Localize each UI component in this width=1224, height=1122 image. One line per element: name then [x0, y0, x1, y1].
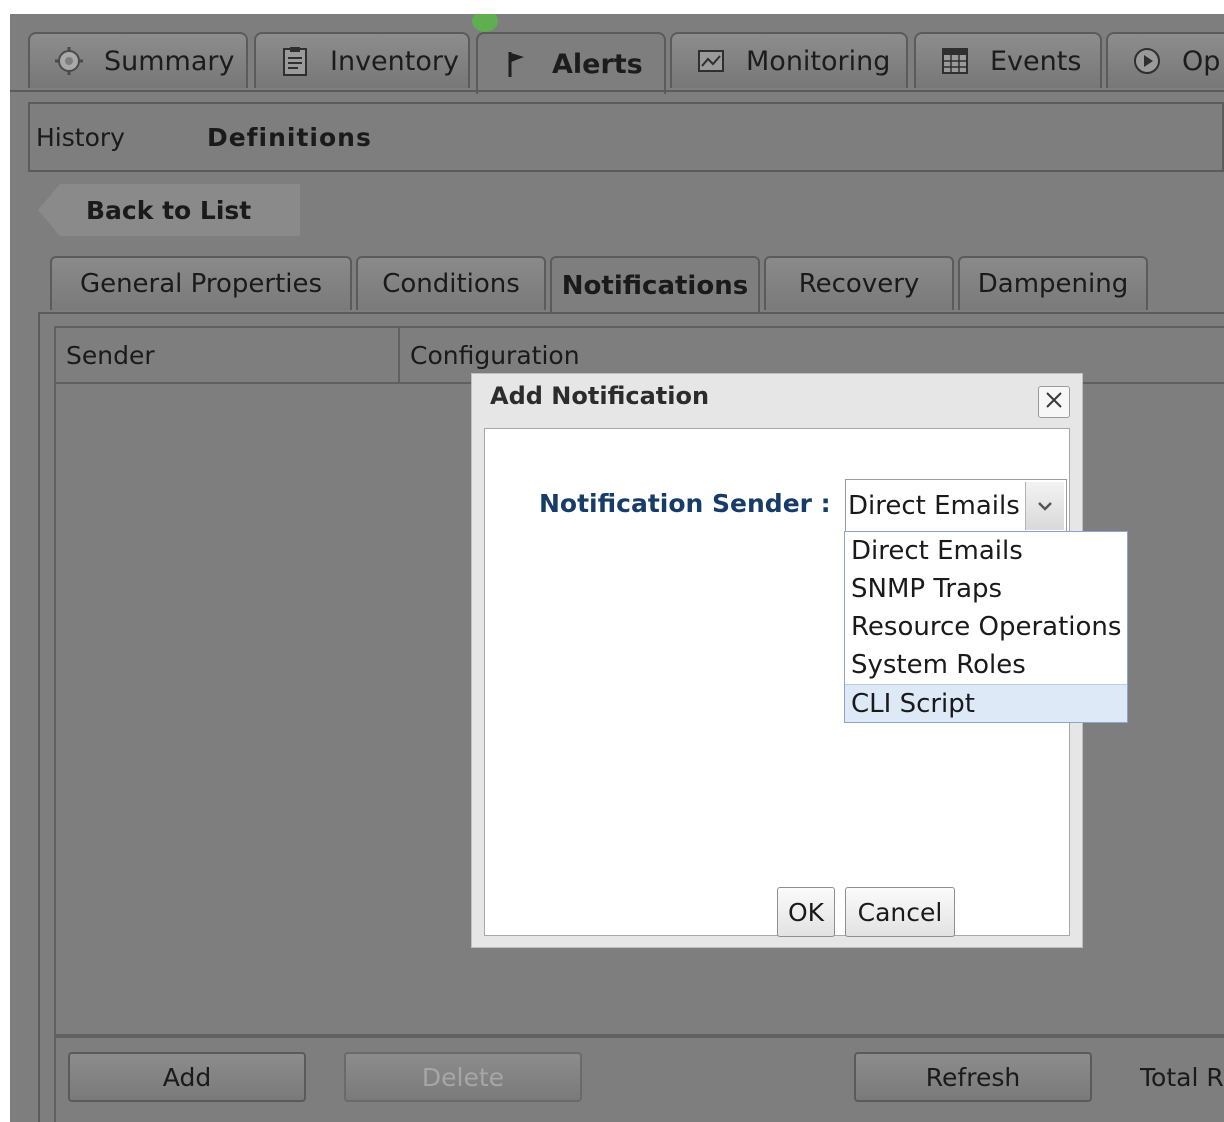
tab-label: Monitoring [746, 45, 891, 77]
close-button[interactable] [1038, 386, 1070, 418]
tab-dampening[interactable]: Dampening [958, 256, 1148, 310]
monitor-icon [696, 46, 726, 76]
notification-sender-select[interactable]: Direct Emails [845, 479, 1067, 533]
tab-inventory[interactable]: Inventory [254, 32, 470, 88]
option-resource-operations[interactable]: Resource Operations [845, 608, 1127, 646]
tab-label: Alerts [552, 48, 643, 80]
subnav-definitions[interactable]: Definitions [201, 123, 378, 152]
grid-toolbar: Add Delete Refresh Total R [54, 1036, 1224, 1122]
tab-label: Inventory [330, 45, 459, 77]
chevron-down-icon[interactable] [1025, 482, 1064, 530]
tab-conditions[interactable]: Conditions [356, 256, 546, 310]
tab-label: Op [1182, 45, 1221, 77]
status-indicator [472, 14, 498, 32]
tab-general-properties[interactable]: General Properties [50, 256, 352, 310]
definition-tab-bar: General Properties Conditions Notificati… [50, 256, 1224, 316]
dialog-title: Add Notification [490, 382, 710, 410]
option-direct-emails[interactable]: Direct Emails [845, 532, 1127, 570]
ok-button[interactable]: OK [777, 887, 835, 937]
play-circle-icon [1132, 46, 1162, 76]
tab-operations[interactable]: Op [1106, 32, 1224, 88]
gear-icon [54, 46, 84, 76]
selected-value: Direct Emails [848, 491, 1020, 521]
close-icon [1044, 390, 1064, 414]
flag-icon [502, 49, 532, 79]
top-tab-bar: Summary Inventory Alerts Monitoring Even… [10, 32, 1224, 106]
tab-events[interactable]: Events [914, 32, 1102, 88]
tab-alerts[interactable]: Alerts [476, 32, 666, 94]
tab-label: Summary [104, 45, 235, 77]
back-to-list-button[interactable]: Back to List [38, 184, 300, 236]
option-snmp-traps[interactable]: SNMP Traps [845, 570, 1127, 608]
calendar-grid-icon [940, 46, 970, 76]
option-system-roles[interactable]: System Roles [845, 646, 1127, 684]
tab-label: Events [990, 45, 1082, 77]
column-header-sender[interactable]: Sender [56, 328, 400, 382]
tab-monitoring[interactable]: Monitoring [670, 32, 908, 88]
cancel-button[interactable]: Cancel [845, 887, 955, 937]
add-button[interactable]: Add [68, 1052, 306, 1102]
tab-summary[interactable]: Summary [28, 32, 248, 88]
refresh-button[interactable]: Refresh [854, 1052, 1092, 1102]
tab-notifications[interactable]: Notifications [550, 256, 760, 314]
tab-recovery[interactable]: Recovery [764, 256, 954, 310]
option-cli-script[interactable]: CLI Script [845, 684, 1127, 722]
clipboard-icon [280, 46, 310, 76]
tab-bar-divider [10, 90, 1224, 92]
sender-options-list: Direct Emails SNMP Traps Resource Operat… [844, 531, 1128, 723]
alerts-subnav: History Definitions [28, 102, 1224, 172]
total-rows-label: Total R [1140, 1062, 1224, 1092]
notification-sender-label: Notification Sender : [539, 489, 831, 518]
delete-button[interactable]: Delete [344, 1052, 582, 1102]
subnav-history[interactable]: History [30, 123, 131, 152]
